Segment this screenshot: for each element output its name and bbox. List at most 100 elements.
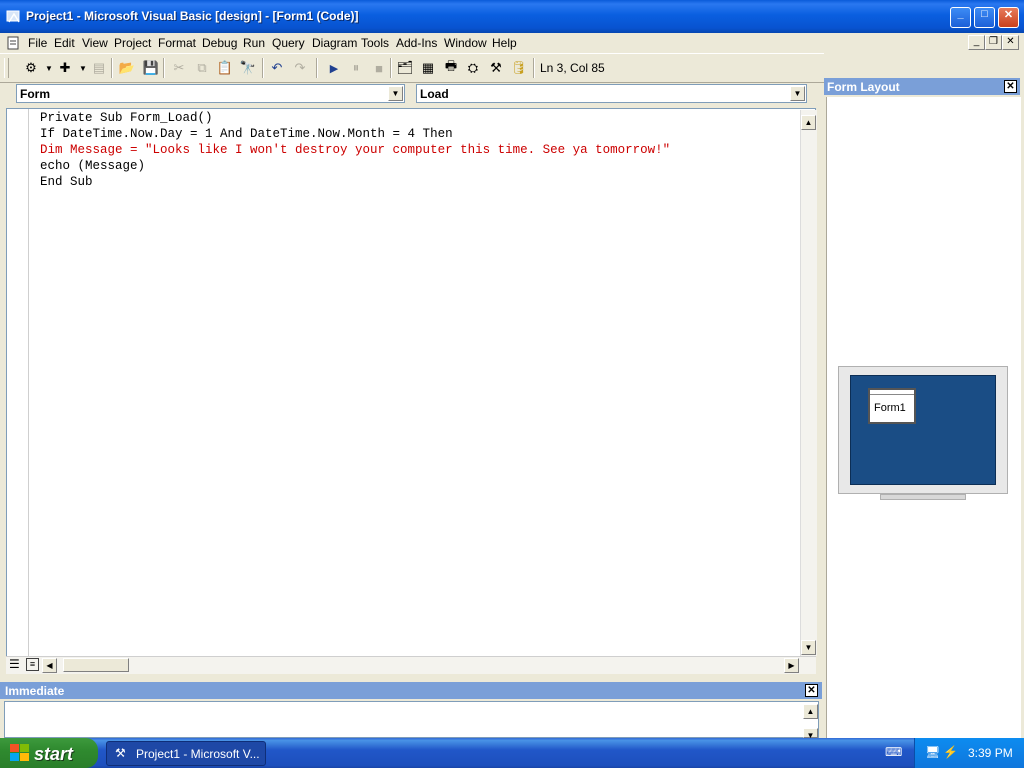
menu-query[interactable]: Query <box>272 36 305 50</box>
menu-debug[interactable]: Debug <box>202 36 237 50</box>
code-doc-icon[interactable] <box>7 36 21 53</box>
immediate-header[interactable]: Immediate ✕ <box>0 682 822 699</box>
horizontal-scrollbar[interactable]: ☰ ≡ ◀ ▶ <box>6 656 816 674</box>
menu-window[interactable]: Window <box>444 36 487 50</box>
code-line[interactable]: End Sub <box>40 175 93 189</box>
network-icon[interactable]: 🖥 <box>925 745 940 759</box>
scroll-left-icon[interactable]: ◀ <box>42 658 57 673</box>
scroll-down-icon[interactable]: ▼ <box>803 728 818 740</box>
form-layout-title: Form Layout <box>827 80 900 94</box>
menu-tools[interactable]: Tools <box>361 36 389 50</box>
code-line[interactable]: If DateTime.Now.Day = 1 And DateTime.Now… <box>40 127 453 141</box>
horizontal-scroll-thumb[interactable] <box>63 658 129 672</box>
maximize-button[interactable]: □ <box>974 7 995 28</box>
maximize-icon: □ <box>981 8 988 20</box>
toolbar-separator <box>111 58 113 78</box>
taskbar-button-label[interactable]: Project1 - Microsoft V... <box>136 747 260 761</box>
data-view-icon[interactable]: 🛢 <box>510 59 528 77</box>
copy-icon[interactable]: ⧉ <box>193 59 211 77</box>
menu-project[interactable]: Project <box>114 36 151 50</box>
close-icon: ✕ <box>1006 36 1015 47</box>
network-activity-icon[interactable]: ⚡ <box>943 745 958 759</box>
menu-file[interactable]: File <box>28 36 47 50</box>
break-icon[interactable]: ⏸ <box>347 59 365 77</box>
immediate-title: Immediate <box>5 684 65 698</box>
vb-app-icon[interactable] <box>6 9 22 25</box>
menu-diagram[interactable]: Diagram <box>312 36 357 50</box>
save-icon[interactable]: 💾 <box>142 59 160 77</box>
standard-toolbar: ⚙ ▼ ✚ ▼ ▤ 📂 💾 ✂ ⧉ 📋 🔭 ↶ ↷ ▶ ⏸ ■ 🗂 ▦ 🖶 ⛭ … <box>0 53 824 83</box>
line-column-readout: Ln 3, Col 85 <box>540 61 605 75</box>
vertical-scrollbar[interactable]: ▲ ▼ <box>800 110 817 656</box>
window-title: Project1 - Microsoft Visual Basic [desig… <box>26 9 359 23</box>
add-project-icon[interactable]: ⚙ <box>22 59 40 77</box>
close-icon[interactable]: ✕ <box>1004 80 1017 93</box>
immediate-input[interactable]: ▲ ▼ <box>4 701 819 740</box>
procedure-view-icon[interactable]: ☰ <box>9 657 20 671</box>
add-form-icon[interactable]: ✚ <box>56 59 74 77</box>
close-icon[interactable]: ✕ <box>805 684 818 697</box>
procedure-combo-value: Load <box>420 87 449 101</box>
properties-window-icon[interactable]: ▦ <box>419 59 437 77</box>
scroll-up-icon[interactable]: ▲ <box>801 115 816 130</box>
code-line[interactable]: Private Sub Form_Load() <box>40 111 213 125</box>
procedure-combo[interactable]: Load ▼ <box>416 84 807 103</box>
toolbar-separator <box>390 58 392 78</box>
end-icon[interactable]: ■ <box>370 59 388 77</box>
monitor-stand <box>880 494 966 500</box>
menu-run[interactable]: Run <box>243 36 265 50</box>
code-line[interactable]: echo (Message) <box>40 159 145 173</box>
scroll-up-icon[interactable]: ▲ <box>803 704 818 719</box>
menu-editor-icon[interactable]: ▤ <box>90 59 108 77</box>
form-preview-label: Form1 <box>874 402 906 414</box>
object-browser-icon[interactable]: ⛭ <box>464 59 482 77</box>
start-label[interactable]: start <box>34 744 73 765</box>
mdi-minimize-button[interactable]: _ <box>968 35 985 50</box>
minimize-icon: _ <box>973 36 980 47</box>
undo-icon[interactable]: ↶ <box>268 59 286 77</box>
mdi-restore-button[interactable]: ❐ <box>985 35 1002 50</box>
title-bar[interactable]: Project1 - Microsoft Visual Basic [desig… <box>0 0 1024 33</box>
cut-icon[interactable]: ✂ <box>170 59 188 77</box>
menu-format[interactable]: Format <box>158 36 196 50</box>
menu-add-ins[interactable]: Add-Ins <box>396 36 437 50</box>
minimize-icon: _ <box>957 8 964 20</box>
toolbar-separator <box>163 58 165 78</box>
project-explorer-icon[interactable]: 🗂 <box>396 59 414 77</box>
scroll-right-icon[interactable]: ▶ <box>784 658 799 673</box>
code-editor[interactable] <box>6 108 816 658</box>
menu-edit[interactable]: Edit <box>54 36 75 50</box>
form-layout-header[interactable]: Form Layout ✕ <box>824 78 1020 95</box>
toolbar-separator <box>533 58 535 78</box>
restore-icon: ❐ <box>989 36 998 47</box>
menu-help[interactable]: Help <box>492 36 517 50</box>
object-combo[interactable]: Form ▼ <box>16 84 405 103</box>
chevron-down-icon[interactable]: ▼ <box>388 86 403 101</box>
code-line-error[interactable]: Dim Message = "Looks like I won't destro… <box>40 143 670 157</box>
chevron-down-icon[interactable]: ▼ <box>790 86 805 101</box>
scroll-down-icon[interactable]: ▼ <box>801 640 816 655</box>
toolbox-icon[interactable]: ⚒ <box>487 59 505 77</box>
clock[interactable]: 3:39 PM <box>968 746 1013 760</box>
form-layout-icon[interactable]: 🖶 <box>442 58 460 77</box>
form-preview-titlebar <box>870 390 914 395</box>
mdi-close-button[interactable]: ✕ <box>1002 35 1019 50</box>
menu-view[interactable]: View <box>82 36 108 50</box>
margin-indicator-bar[interactable] <box>7 109 29 656</box>
close-icon: ✕ <box>1003 9 1014 21</box>
object-combo-value: Form <box>20 87 50 101</box>
toolbar-grip[interactable] <box>4 58 9 78</box>
windows-logo-icon <box>10 744 30 765</box>
menu-bar: File Edit View Project Format Debug Run … <box>0 33 1024 52</box>
start-run-icon[interactable]: ▶ <box>325 59 343 77</box>
vb-app-icon: ⚒ <box>115 746 126 760</box>
minimize-button[interactable]: _ <box>950 7 971 28</box>
full-module-view-icon[interactable]: ≡ <box>26 658 39 671</box>
toolbar-separator <box>316 58 318 78</box>
open-folder-icon[interactable]: 📂 <box>118 59 136 77</box>
close-button[interactable]: ✕ <box>998 7 1019 28</box>
keyboard-icon[interactable]: ⌨ <box>885 745 902 759</box>
find-icon[interactable]: 🔭 <box>239 59 257 77</box>
paste-icon[interactable]: 📋 <box>216 59 234 77</box>
redo-icon[interactable]: ↷ <box>291 59 309 77</box>
